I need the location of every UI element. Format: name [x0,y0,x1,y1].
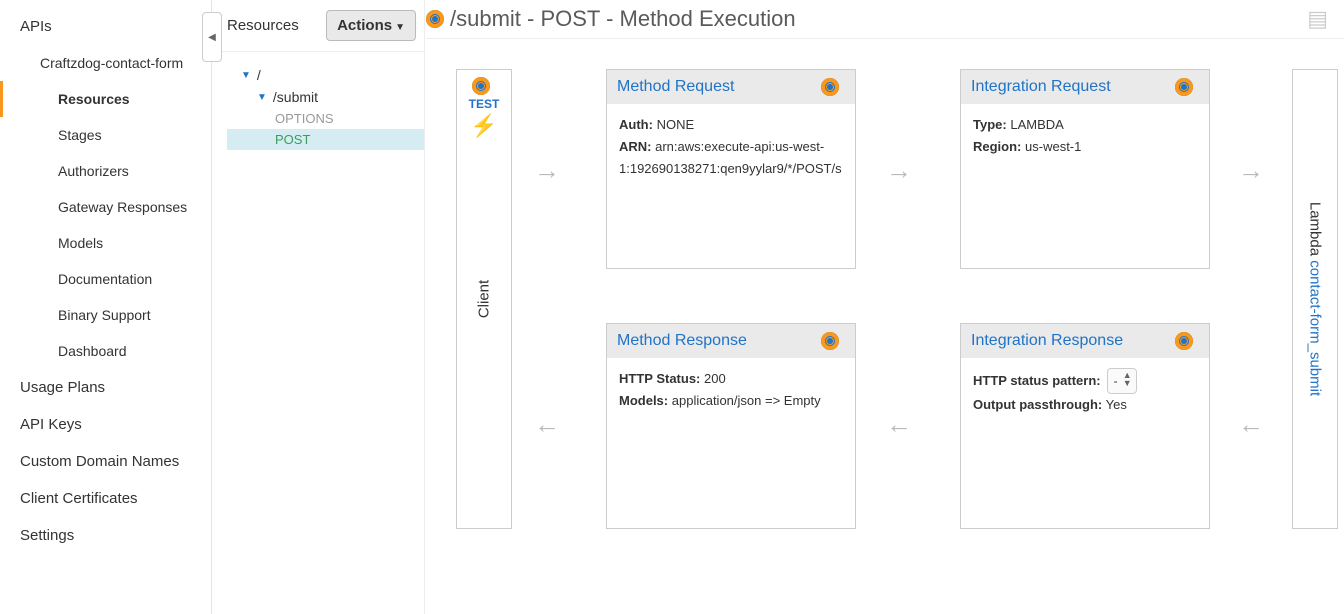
models-label: Models: [619,393,668,408]
nav-gateway-responses[interactable]: Gateway Responses [0,189,211,225]
lambda-label: Lambda contact-form_submit [1307,202,1324,396]
nav-documentation[interactable]: Documentation [0,261,211,297]
arrow-right-icon [534,155,560,186]
integration-request-panel[interactable]: Integration Request Type: LAMBDA Region:… [960,69,1210,269]
arn-value: arn:aws:execute-api:us-west-1:1926901382… [619,139,842,176]
nav-models[interactable]: Models [0,225,211,261]
type-value: LAMBDA [1010,117,1063,132]
integration-request-title[interactable]: Integration Request [971,78,1111,96]
arrow-left-icon [534,409,560,440]
passthrough-label: Output passthrough: [973,397,1102,412]
disclosure-icon: ▼ [241,70,251,81]
integration-response-title[interactable]: Integration Response [971,332,1123,350]
pattern-value: - [1114,374,1118,388]
tree-root[interactable]: ▼ / [227,64,424,86]
info-dot-icon[interactable] [472,77,490,95]
collapse-sidebar-button[interactable]: ◀ [202,12,222,62]
models-value: application/json => Empty [672,393,821,408]
client-label: Client [476,280,493,318]
region-label: Region: [973,139,1021,154]
actions-label: Actions [337,17,392,34]
http-status-label: HTTP Status: [619,371,700,386]
arrow-right-icon [886,155,912,186]
arrow-left-icon [886,409,912,440]
status-pattern-select[interactable]: - ▲▼ [1107,368,1137,394]
info-dot-icon[interactable] [821,332,839,350]
nav-stages[interactable]: Stages [0,117,211,153]
resources-title: Resources [227,17,299,34]
arrow-right-icon [1238,155,1264,186]
lambda-box[interactable]: Lambda contact-form_submit [1292,69,1338,529]
pattern-label: HTTP status pattern: [973,370,1101,392]
nav-client-certificates[interactable]: Client Certificates [0,480,211,517]
info-dot-icon[interactable] [426,10,444,28]
nav-apis[interactable]: APIs [0,8,211,45]
nav-dashboard[interactable]: Dashboard [0,333,211,369]
region-value: us-west-1 [1025,139,1081,154]
passthrough-value: Yes [1106,397,1127,412]
documentation-icon[interactable]: ▤ [1307,6,1328,32]
auth-value: NONE [657,117,695,132]
tree-method-options[interactable]: OPTIONS [227,108,424,129]
bolt-icon[interactable]: ⚡ [457,113,511,139]
nav-settings[interactable]: Settings [0,517,211,554]
nav-binary-support[interactable]: Binary Support [0,297,211,333]
nav-custom-domain-names[interactable]: Custom Domain Names [0,443,211,480]
caret-down-icon: ▼ [395,22,405,33]
type-label: Type: [973,117,1007,132]
info-dot-icon[interactable] [1175,332,1193,350]
tree-submit[interactable]: ▼ /submit [227,86,424,108]
test-label: TEST [457,97,511,111]
auth-label: Auth: [619,117,653,132]
client-box[interactable]: TEST ⚡ Client [456,69,512,529]
lambda-prefix: Lambda [1307,202,1324,260]
arn-label: ARN: [619,139,652,154]
disclosure-icon: ▼ [257,92,267,103]
method-response-panel[interactable]: Method Response HTTP Status: 200 Models:… [606,323,856,529]
tree-root-label: / [257,67,261,83]
arrow-left-icon [1238,409,1264,440]
actions-button[interactable]: Actions▼ [326,10,416,41]
lambda-link[interactable]: contact-form_submit [1307,260,1324,396]
nav-api-keys[interactable]: API Keys [0,406,211,443]
tree-submit-label: /submit [273,89,318,105]
nav-authorizers[interactable]: Authorizers [0,153,211,189]
method-response-title[interactable]: Method Response [617,332,747,350]
tree-method-post[interactable]: POST [227,129,424,150]
integration-response-panel[interactable]: Integration Response HTTP status pattern… [960,323,1210,529]
tree-post-label: POST [275,132,310,147]
page-title: /submit - POST - Method Execution [450,6,796,32]
tree-options-label: OPTIONS [275,111,334,126]
nav-usage-plans[interactable]: Usage Plans [0,369,211,406]
method-request-title[interactable]: Method Request [617,78,734,96]
nav-api-name[interactable]: Craftzdog-contact-form [0,45,211,81]
info-dot-icon[interactable] [1175,78,1193,96]
http-status-value: 200 [704,371,726,386]
method-request-panel[interactable]: Method Request Auth: NONE ARN: arn:aws:e… [606,69,856,269]
nav-resources[interactable]: Resources [0,81,211,117]
select-updown-icon: ▲▼ [1123,371,1132,387]
info-dot-icon[interactable] [821,78,839,96]
